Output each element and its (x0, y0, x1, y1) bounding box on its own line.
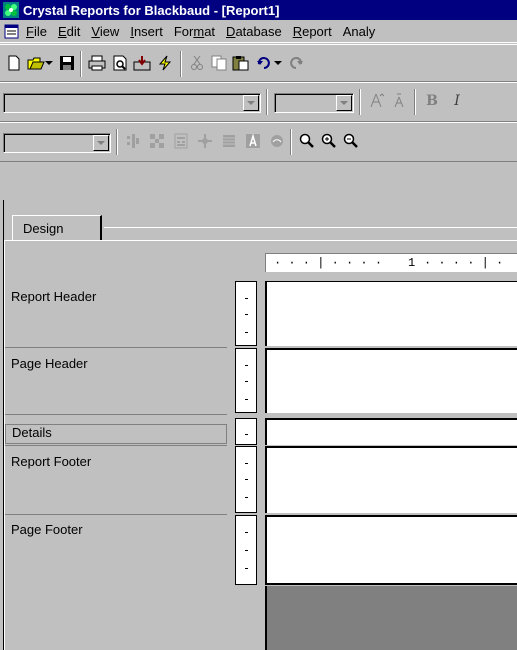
undo-icon[interactable] (253, 53, 275, 73)
insert-picture-icon[interactable] (266, 131, 288, 151)
section-divider (5, 514, 227, 515)
chevron-down-icon[interactable] (243, 95, 259, 111)
section-divider (5, 414, 227, 415)
redo-icon[interactable] (285, 53, 307, 73)
font-name-combo[interactable] (3, 93, 261, 113)
insert-text-object-icon[interactable] (242, 131, 264, 151)
zoom-out-icon[interactable] (340, 131, 362, 151)
section-body-page-footer[interactable] (265, 515, 517, 585)
menu-report[interactable]: Report (293, 24, 332, 39)
paste-icon[interactable] (230, 53, 252, 73)
menu-file[interactable]: File (26, 24, 47, 39)
menu-format[interactable]: Format (174, 24, 215, 39)
zoom-in-icon[interactable] (318, 131, 340, 151)
toolbar-separator (266, 89, 268, 115)
window-title: Crystal Reports for Blackbaud - [Report1… (23, 2, 280, 18)
export-icon[interactable] (131, 53, 153, 73)
insert-summary-icon[interactable] (170, 131, 192, 151)
print-icon[interactable] (86, 53, 108, 73)
insert-chart-icon[interactable] (218, 131, 240, 151)
save-icon[interactable] (56, 53, 78, 73)
section-divider (5, 445, 227, 446)
cut-icon[interactable] (186, 53, 208, 73)
insert-subtotal-icon[interactable] (194, 131, 216, 151)
increase-font-icon[interactable] (365, 91, 387, 111)
vertical-ruler-report-header (235, 281, 257, 346)
zoom-icon[interactable] (296, 131, 318, 151)
title-bar: Crystal Reports for Blackbaud - [Report1… (0, 0, 517, 20)
section-label-details[interactable]: Details (5, 424, 227, 444)
formatting-toolbar: B I (0, 82, 517, 122)
undo-dropdown-icon[interactable] (273, 53, 283, 73)
menu-view[interactable]: View (91, 24, 119, 39)
vertical-ruler-page-header (235, 348, 257, 413)
toolbar-separator (180, 51, 182, 77)
section-divider (5, 347, 227, 348)
crystal-reports-app-icon[interactable] (3, 2, 19, 18)
menu-bar: File Edit View Insert Format Database Re… (0, 20, 517, 43)
section-label-report-footer[interactable]: Report Footer (11, 454, 91, 469)
section-body-report-header[interactable] (265, 281, 517, 346)
section-label-report-header[interactable]: Report Header (11, 289, 96, 304)
open-dropdown-icon[interactable] (44, 53, 54, 73)
tools-toolbar (0, 122, 517, 162)
menu-analysis[interactable]: Analy (343, 24, 376, 39)
ruler-marker: 1 (408, 256, 416, 270)
section-label-page-header[interactable]: Page Header (11, 356, 88, 371)
decrease-font-icon[interactable] (388, 91, 410, 111)
menu-insert[interactable]: Insert (130, 24, 163, 39)
vertical-ruler-details (235, 418, 257, 445)
toolbar-separator (290, 129, 292, 155)
toolbar-separator (80, 51, 82, 77)
refresh-icon[interactable] (154, 53, 176, 73)
new-icon[interactable] (3, 53, 25, 73)
copy-icon[interactable] (208, 53, 230, 73)
field-combo[interactable] (3, 133, 111, 153)
vertical-ruler-report-footer (235, 446, 257, 513)
horizontal-ruler: · · · | · · · · 1 · · · · | · (265, 253, 517, 272)
section-body-report-footer[interactable] (265, 446, 517, 513)
chevron-down-icon[interactable] (336, 95, 352, 111)
toolbar-separator (359, 89, 361, 115)
document-icon[interactable] (4, 24, 20, 39)
tab-design[interactable]: Design (12, 215, 102, 240)
report-canvas-background (265, 586, 517, 650)
section-label-page-footer[interactable]: Page Footer (11, 522, 83, 537)
insert-group-icon[interactable] (146, 131, 168, 151)
vertical-ruler-page-footer (235, 515, 257, 585)
menu-edit[interactable]: Edit (58, 24, 80, 39)
bold-icon[interactable]: B (421, 91, 443, 111)
toolbar-separator (414, 89, 416, 115)
font-size-combo[interactable] (274, 93, 354, 113)
section-body-details[interactable] (265, 418, 517, 445)
insert-field-icon[interactable] (122, 131, 144, 151)
menu-database[interactable]: Database (226, 24, 282, 39)
standard-toolbar (0, 44, 517, 82)
toolbar-separator (116, 129, 118, 155)
section-body-page-header[interactable] (265, 348, 517, 413)
print-preview-icon[interactable] (109, 53, 131, 73)
italic-icon[interactable]: I (446, 91, 468, 111)
chevron-down-icon[interactable] (93, 135, 109, 151)
